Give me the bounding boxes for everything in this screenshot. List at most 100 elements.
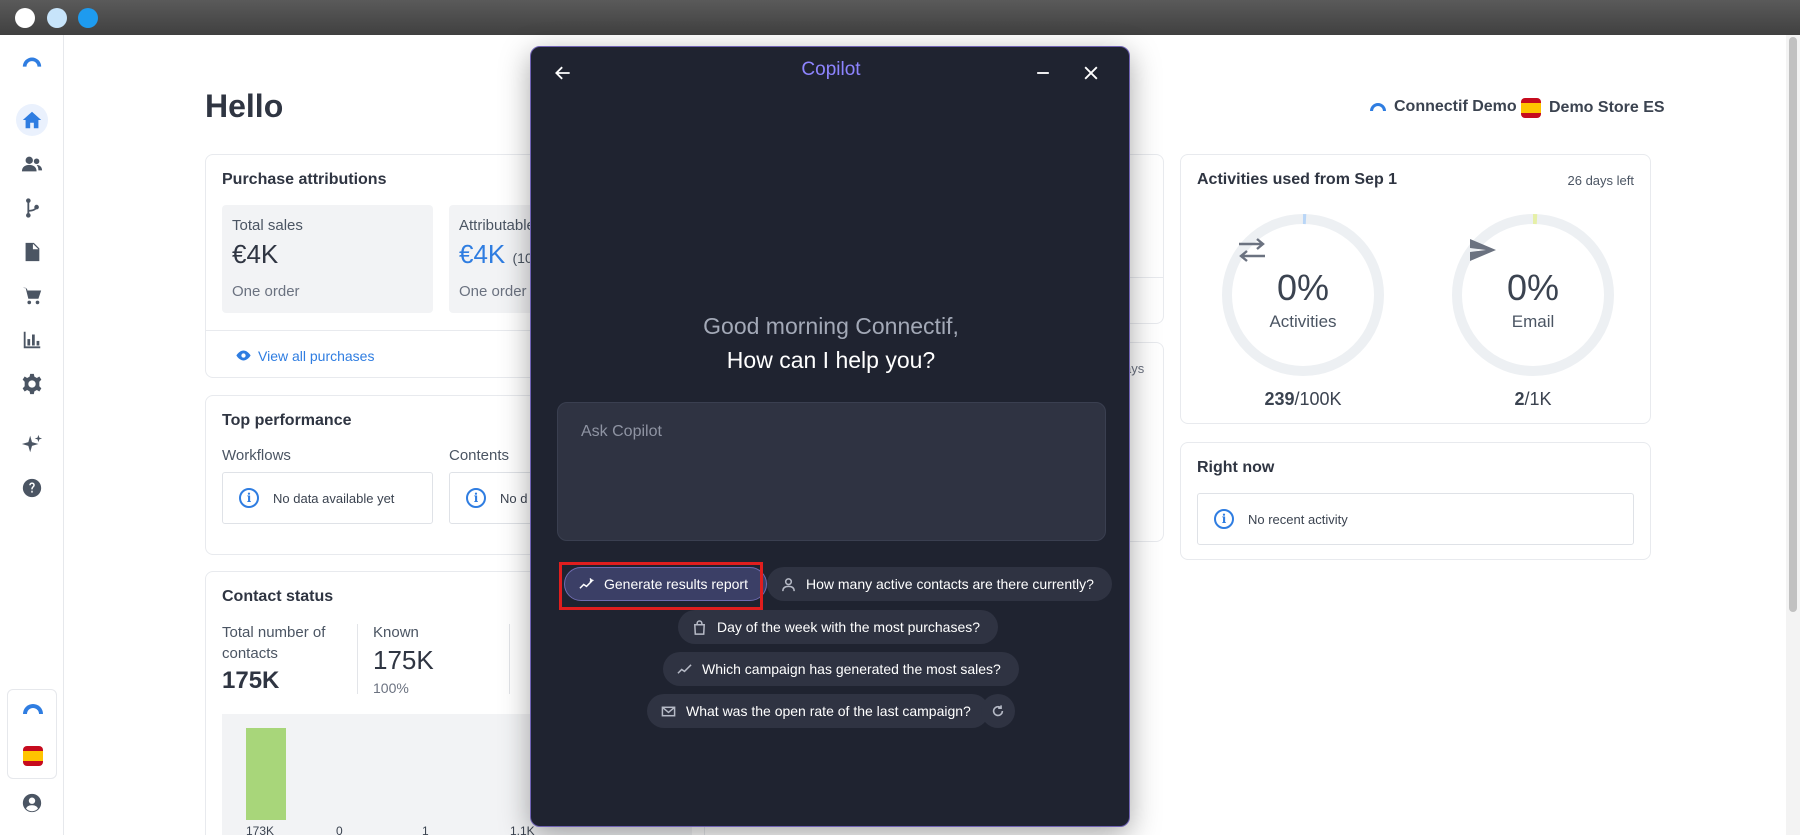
copilot-question: How can I help you? <box>726 347 936 373</box>
chip-label: How many active contacts are there curre… <box>806 576 1094 592</box>
contacts-icon[interactable] <box>16 148 48 180</box>
empty-message: No data available yet <box>273 490 395 506</box>
stat-label: Attributable <box>459 217 535 234</box>
stat-value: €4K <box>232 239 279 269</box>
right-now-empty-state: i No recent activity <box>1197 493 1634 545</box>
refresh-suggestions-button[interactable] <box>981 694 1015 728</box>
cart-icon[interactable] <box>16 280 48 312</box>
info-icon: i <box>239 488 259 508</box>
workflows-label: Workflows <box>222 447 291 464</box>
top-campaign-chip[interactable]: Which campaign has generated the most sa… <box>663 652 1019 686</box>
envelope-icon <box>661 706 676 716</box>
known-pct: 100% <box>373 680 409 696</box>
card-title: Purchase attributions <box>222 171 387 188</box>
window-minimize-dot[interactable] <box>47 8 67 28</box>
empty-message: No d <box>500 490 528 506</box>
window-close-dot[interactable] <box>15 8 35 28</box>
total-contacts-label-2: contacts <box>222 645 278 662</box>
ask-copilot-input[interactable] <box>557 402 1106 541</box>
stat-value: €4K (100 <box>459 239 541 270</box>
page-title: Hello <box>205 88 284 124</box>
bar-label: 173K <box>246 824 275 835</box>
store-name: Demo Store ES <box>1549 99 1665 116</box>
stat-label: Total sales <box>232 217 303 234</box>
spain-flag-icon <box>23 746 43 766</box>
info-icon: i <box>1214 509 1234 529</box>
copilot-greeting: Good morning Connectif, <box>703 313 959 339</box>
total-count: /100K <box>1294 389 1342 409</box>
view-all-purchases-link[interactable]: View all purchases <box>235 347 374 364</box>
divider <box>357 624 358 694</box>
person-icon <box>782 577 795 591</box>
eye-icon <box>236 350 251 361</box>
active-contacts-chip[interactable]: How many active contacts are there curre… <box>767 567 1112 601</box>
workflows-empty-state: i No data available yet <box>222 472 433 524</box>
known-label: Known <box>373 624 419 641</box>
right-now-card: Right now i No recent activity <box>1180 442 1651 560</box>
bar-label: 0 <box>336 824 343 835</box>
attr-value: €4K <box>459 239 506 269</box>
card-title: Contact status <box>222 588 334 605</box>
exchange-arrows-icon <box>1239 238 1265 262</box>
activities-card: Activities used from Sep 1 26 days left … <box>1180 154 1651 424</box>
open-rate-chip[interactable]: What was the open rate of the last campa… <box>647 694 989 728</box>
connectif-mini-logo-icon <box>23 704 43 714</box>
total-contacts-value: 175K <box>222 667 280 694</box>
reports-icon[interactable] <box>16 324 48 356</box>
minus-icon <box>1037 72 1049 74</box>
days-left: 26 days left <box>1567 173 1635 188</box>
connectif-logo-icon <box>1370 103 1386 111</box>
sidebar-nav <box>0 35 64 835</box>
store-selector[interactable]: Demo Store ES <box>1521 98 1665 118</box>
total-contacts-label-1: Total number of <box>222 624 326 641</box>
info-icon: i <box>466 488 486 508</box>
account-selector[interactable]: Connectif Demo <box>1370 98 1517 116</box>
copilot-sparkle-icon[interactable] <box>16 428 48 460</box>
chip-label: Day of the week with the most purchases? <box>717 619 981 635</box>
help-icon[interactable] <box>16 472 48 504</box>
stat-sub: One order <box>232 283 300 300</box>
gauge-count: 2/1K <box>1453 389 1613 410</box>
close-icon <box>1084 66 1098 80</box>
user-profile-icon[interactable] <box>16 787 48 819</box>
connectif-logo-icon[interactable] <box>16 47 48 79</box>
card-title: Top performance <box>222 412 352 429</box>
bar-label: 1 <box>422 824 429 835</box>
window-titlebar <box>0 0 1800 35</box>
page-scrollbar[interactable] <box>1786 35 1800 835</box>
gauge-count: 239/100K <box>1223 389 1383 410</box>
card-title: Activities used from Sep 1 <box>1197 171 1398 188</box>
workflows-icon[interactable] <box>16 192 48 224</box>
empty-message: No recent activity <box>1248 511 1348 527</box>
account-name: Connectif Demo <box>1394 98 1517 115</box>
contents-icon[interactable] <box>16 236 48 268</box>
spain-flag-icon <box>1521 98 1541 118</box>
settings-icon[interactable] <box>16 368 48 400</box>
home-icon[interactable] <box>16 104 48 136</box>
gauge-percent: 0% <box>1276 267 1330 308</box>
gauge-label: Email <box>1511 312 1555 331</box>
close-button[interactable] <box>1077 59 1105 87</box>
card-title: Right now <box>1197 459 1275 476</box>
refresh-icon <box>992 705 1004 717</box>
total-sales-box: Total sales €4K One order <box>222 205 433 313</box>
divider <box>509 624 510 694</box>
used-count: 2 <box>1514 389 1525 409</box>
chip-label: Which campaign has generated the most sa… <box>702 661 1001 677</box>
scrollbar-thumb[interactable] <box>1789 37 1797 612</box>
gauge-percent: 0% <box>1506 267 1560 308</box>
purchases-day-chip[interactable]: Day of the week with the most purchases? <box>678 610 999 644</box>
account-switcher[interactable] <box>7 689 57 779</box>
bar-label: 1.1K <box>510 824 535 835</box>
stat-sub: One order <box>459 283 527 300</box>
highlight-box <box>559 562 763 610</box>
trend-icon <box>677 663 692 674</box>
copilot-dialog: Copilot Good morning Connectif, How can … <box>530 46 1130 827</box>
used-count: 239 <box>1264 389 1295 409</box>
window-maximize-dot[interactable] <box>78 8 98 28</box>
contents-label: Contents <box>449 447 510 464</box>
known-value: 175K <box>373 645 434 675</box>
chip-label: What was the open rate of the last campa… <box>686 703 971 719</box>
minimize-button[interactable] <box>1029 59 1057 87</box>
shopping-bag-icon <box>694 619 705 635</box>
